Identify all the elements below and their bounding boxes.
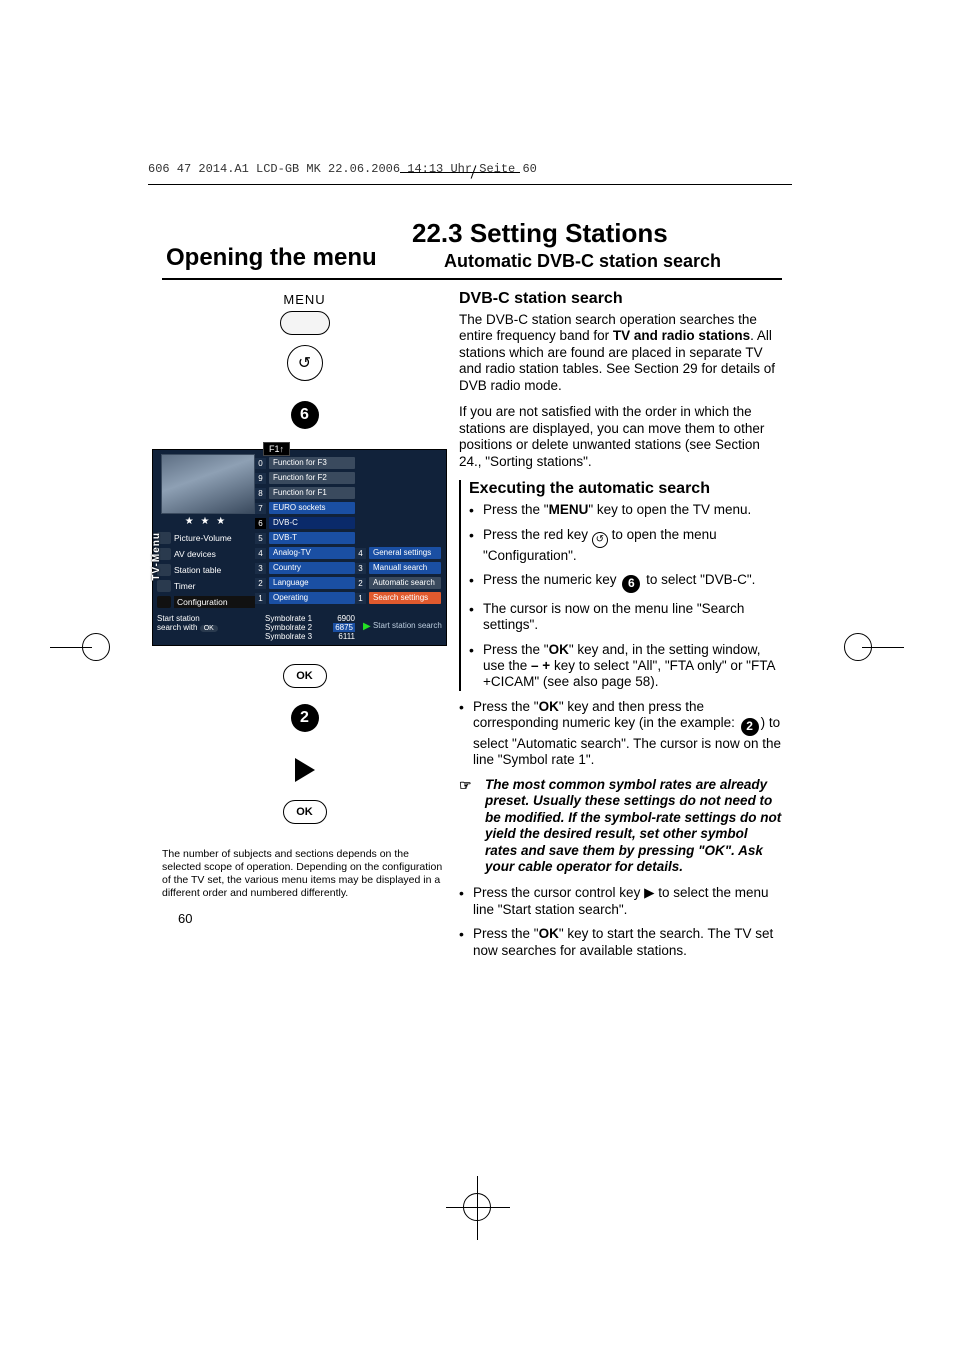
- right-arrow-icon: [295, 758, 315, 782]
- start-search-label: Start station search: [373, 621, 442, 630]
- num-box: 3: [355, 563, 366, 574]
- num-box: 4: [355, 548, 366, 559]
- back-icon-inline: ↺: [592, 532, 608, 548]
- header-rule: [400, 172, 520, 173]
- numeric-6-icon: 6: [291, 401, 319, 429]
- tvmenu-mid-item: Country: [269, 562, 355, 574]
- tvmenu-left-item: Station table: [174, 565, 255, 575]
- back-button-icon: ↺: [287, 345, 323, 381]
- menu-button-icon: [280, 311, 330, 335]
- tvmenu-mid-item: Analog-TV: [269, 547, 355, 559]
- num-box: 5: [255, 533, 266, 544]
- step-5: Press the "OK" key and, in the setting w…: [469, 642, 782, 691]
- step-2: Press the red key ↺ to open the menu "Co…: [469, 527, 782, 565]
- rate-label: Symbolrate 1: [265, 614, 312, 623]
- page-content: Opening the menu 22.3 Setting Stations A…: [162, 218, 782, 1076]
- print-header: 606 47 2014.A1 LCD-GB MK 22.06.2006 14:1…: [148, 162, 537, 176]
- num-box: 2: [355, 578, 366, 589]
- tvmenu-left-item: AV devices: [174, 549, 255, 559]
- tvmenu-mid-item: Function for F3: [269, 457, 355, 469]
- numeric-2-icon: 2: [291, 704, 319, 732]
- ok-button-icon: OK: [283, 664, 327, 688]
- tvmenu-right-item-highlight: Search settings: [369, 592, 441, 604]
- num-box: 7: [255, 503, 266, 514]
- play-icon: ▶: [363, 621, 371, 632]
- rate-label: Symbolrate 2: [265, 623, 312, 632]
- step-1: Press the "MENU" key to open the TV menu…: [469, 502, 782, 518]
- step-8: Press the "OK" key to start the search. …: [459, 926, 782, 959]
- tv-menu-side-label: TV-Menu: [151, 532, 162, 581]
- tvmenu-mid-col: 0Function for F3 9Function for F2 8Funct…: [255, 450, 355, 610]
- tvmenu-right-item: Automatic search: [369, 577, 441, 589]
- title-left: Opening the menu: [162, 244, 412, 272]
- tvmenu-left-item: Timer: [174, 581, 255, 591]
- tvmenu-mid-item: DVB-T: [269, 532, 355, 544]
- para-intro-2: If you are not satisfied with the order …: [459, 404, 782, 470]
- tvmenu-right-col: 4General settings 3Manuall search 2Autom…: [355, 450, 441, 610]
- right-column: DVB-C station search The DVB-C station s…: [459, 284, 782, 967]
- section-number-title: 22.3 Setting Stations: [412, 218, 782, 249]
- subheading-dvbc: DVB-C station search: [459, 290, 782, 308]
- tvmenu-left-item-selected: Configuration: [174, 596, 255, 608]
- tvmenu-left-col: ★ ★ ★ Picture-Volume AV devices Station …: [153, 450, 255, 610]
- num-box: 6: [255, 518, 266, 529]
- tvmenu-mid-item: Function for F1: [269, 487, 355, 499]
- remote-sequence-bottom: OK 2 OK: [162, 664, 447, 824]
- numeric-2-inline-icon: 2: [741, 718, 759, 736]
- num-box: 8: [255, 488, 266, 499]
- tvmenu-left-item: Picture-Volume: [174, 533, 255, 543]
- num-box: 3: [255, 563, 266, 574]
- numeric-6-inline-icon: 6: [622, 575, 640, 593]
- tvmenu-mid-item: EURO sockets: [269, 502, 355, 514]
- step-3: Press the numeric key 6 to select "DVB-C…: [469, 572, 782, 592]
- num-box: 2: [255, 578, 266, 589]
- executing-block: Executing the automatic search Press the…: [459, 480, 782, 691]
- pointer-icon: ☞: [459, 777, 472, 794]
- num-box: 4: [255, 548, 266, 559]
- back-glyph: ↺: [298, 353, 311, 373]
- tvmenu-hint: Start station: [157, 614, 200, 623]
- tv-menu-screenshot: F1↑ TV-Menu ★ ★ ★ Picture-Volume AV devi…: [152, 449, 447, 646]
- tvmenu-hint: search with: [157, 623, 197, 632]
- remote-sequence-top: MENU ↺ 6: [162, 292, 447, 443]
- title-row: Opening the menu 22.3 Setting Stations A…: [162, 218, 782, 280]
- tvmenu-mid-item: Language: [269, 577, 355, 589]
- footnote: The number of subjects and sections depe…: [162, 848, 447, 901]
- rate-value: 6875: [333, 623, 355, 632]
- num-box: 0: [255, 458, 266, 469]
- ok-button-icon: OK: [283, 800, 327, 824]
- tvmenu-right-item: Manuall search: [369, 562, 441, 574]
- ok-pill-icon: OK: [200, 625, 218, 632]
- tvmenu-mid-item-selected: DVB-C: [269, 517, 355, 529]
- left-column: MENU ↺ 6 F1↑ TV-Menu ★ ★ ★ Picture-Volum…: [162, 284, 447, 967]
- tvmenu-footer: Start station search with OK Symbolrate …: [157, 614, 442, 641]
- tvmenu-preview-thumb: [161, 454, 255, 514]
- rate-label: Symbolrate 3: [265, 632, 312, 641]
- section-subtitle: Automatic DVB-C station search: [412, 251, 782, 272]
- page-number: 60: [178, 911, 447, 926]
- rate-value: 6900: [337, 614, 355, 623]
- menu-label: MENU: [162, 292, 447, 307]
- step-7: Press the cursor control key ▶ to select…: [459, 885, 782, 918]
- step-4: The cursor is now on the menu line "Sear…: [469, 601, 782, 634]
- step-6: Press the "OK" key and then press the co…: [459, 699, 782, 769]
- registration-mark: [463, 1193, 491, 1221]
- tvmenu-mid-item: Function for F2: [269, 472, 355, 484]
- num-box: 9: [255, 473, 266, 484]
- two-column-body: MENU ↺ 6 F1↑ TV-Menu ★ ★ ★ Picture-Volum…: [162, 284, 782, 967]
- tvmenu-stars: ★ ★ ★: [157, 516, 255, 527]
- num-box: 1: [355, 593, 366, 604]
- para-intro-1: The DVB-C station search operation searc…: [459, 312, 782, 394]
- title-right: 22.3 Setting Stations Automatic DVB-C st…: [412, 218, 782, 272]
- tvmenu-mid-item: Operating: [269, 592, 355, 604]
- tip-note: ☞ The most common symbol rates are alrea…: [459, 777, 782, 876]
- header-bottom-rule: [148, 184, 792, 185]
- num-box: 1: [255, 593, 266, 604]
- subheading-exec: Executing the automatic search: [469, 480, 782, 498]
- rate-value: 6111: [338, 632, 355, 641]
- tvmenu-right-item: General settings: [369, 547, 441, 559]
